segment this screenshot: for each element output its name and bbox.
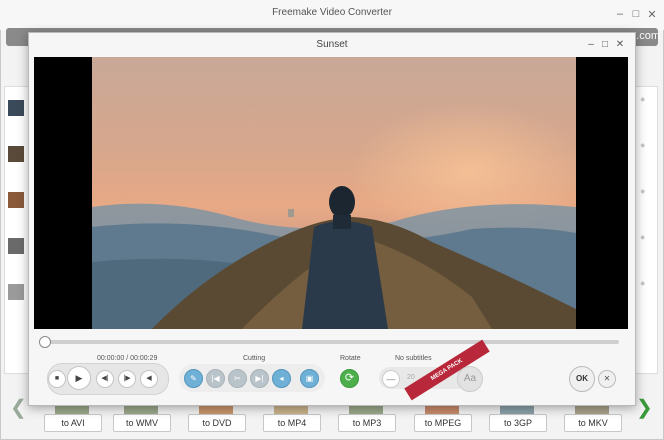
time-display: 00:00:00 / 00:00:29 (97, 355, 158, 362)
player-title: Sunset (316, 39, 348, 50)
file-thumbnail[interactable] (8, 284, 24, 300)
prev-frame-button[interactable]: ◀| (96, 370, 114, 388)
minimize-icon[interactable]: – (585, 39, 597, 50)
cut-selection-button[interactable]: ◂ (272, 369, 291, 388)
scissors-icon[interactable]: ✂ (228, 369, 247, 388)
seek-handle[interactable] (39, 336, 51, 348)
settings-icon[interactable]: ● (640, 186, 645, 196)
minimize-icon[interactable]: – (614, 8, 626, 20)
mark-out-button[interactable]: ▶| (250, 369, 269, 388)
subtitles-label: No subtitles (395, 355, 432, 362)
subtitle-number: 20 (407, 374, 415, 381)
main-window-title: Freemake Video Converter (272, 7, 392, 18)
cutting-label: Cutting (243, 355, 266, 362)
close-icon[interactable]: ✕ (614, 39, 626, 50)
subtitle-decrease-button[interactable]: — (382, 370, 400, 388)
scroll-right-icon[interactable]: ❯ (636, 395, 653, 420)
format-button-mp3[interactable]: to MP3 (338, 414, 396, 432)
volume-button[interactable]: ◀ (140, 370, 158, 388)
format-button-avi[interactable]: to AVI (44, 414, 102, 432)
next-frame-button[interactable]: |▶ (118, 370, 136, 388)
mark-in-button[interactable]: |◀ (206, 369, 225, 388)
format-button-mpeg[interactable]: to MPEG (414, 414, 472, 432)
format-button-mp4[interactable]: to MP4 (263, 414, 321, 432)
stop-button[interactable]: ■ (48, 370, 66, 388)
format-button-3gp[interactable]: to 3GP (489, 414, 547, 432)
settings-icon[interactable]: ● (640, 140, 645, 150)
player-dialog: Sunset – □ ✕ 00:00:00 / 00:00:29 Cutting… (28, 32, 636, 406)
ok-button[interactable]: OK (569, 366, 595, 392)
play-button[interactable]: ▶ (67, 366, 91, 390)
format-button-dvd[interactable]: to DVD (188, 414, 246, 432)
file-thumbnail[interactable] (8, 192, 24, 208)
frame-button[interactable]: ▣ (300, 369, 319, 388)
maximize-icon[interactable]: □ (599, 39, 611, 50)
settings-icon[interactable]: ● (640, 278, 645, 288)
format-button-mkv[interactable]: to MKV (564, 414, 622, 432)
file-thumbnail[interactable] (8, 238, 24, 254)
file-thumbnail[interactable] (8, 146, 24, 162)
subtitle-font-button[interactable]: Aa (457, 366, 483, 392)
settings-icon[interactable]: ● (640, 94, 645, 104)
close-icon[interactable]: ✕ (646, 8, 658, 21)
seek-track[interactable] (43, 340, 619, 344)
settings-icon[interactable]: ● (640, 232, 645, 242)
brand-label: .com (636, 30, 660, 42)
video-image (92, 57, 576, 329)
close-button[interactable]: ✕ (598, 370, 616, 388)
rotate-label: Rotate (340, 355, 361, 362)
file-thumbnail[interactable] (8, 100, 24, 116)
video-frame[interactable] (34, 57, 628, 329)
maximize-icon[interactable]: □ (630, 8, 642, 20)
format-button-wmv[interactable]: to WMV (113, 414, 171, 432)
scroll-left-icon[interactable]: ❮ (10, 395, 27, 420)
cut-start-button[interactable]: ✎ (184, 369, 203, 388)
rotate-button[interactable]: ⟳ (340, 369, 359, 388)
